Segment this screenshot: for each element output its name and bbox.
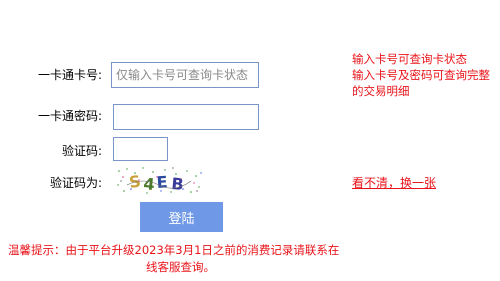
hint-line-1: 输入卡号可查询卡状态: [352, 52, 467, 66]
captcha-label: 验证码:: [61, 144, 102, 158]
notice-line-1: 温馨提示：由于平台升级2023年3月1日之前的消费记录请联系在: [8, 243, 340, 257]
login-button[interactable]: 登陆: [140, 202, 223, 232]
svg-text:E: E: [156, 172, 168, 192]
captcha-image-label: 验证码为:: [49, 176, 102, 190]
password-label: 一卡通密码:: [37, 109, 102, 123]
card-number-label: 一卡通卡号:: [37, 68, 102, 82]
refresh-captcha-link[interactable]: 看不清，换一张: [352, 175, 436, 191]
captcha-image[interactable]: S 4 E B: [113, 165, 203, 195]
warm-notice: 温馨提示：由于平台升级2023年3月1日之前的消费记录请联系在 线客服查询。: [8, 242, 388, 276]
hint-line-2: 输入卡号及密码可查询完整: [352, 68, 490, 82]
password-input[interactable]: [113, 104, 259, 130]
card-number-input[interactable]: [111, 62, 259, 88]
query-hint: 输入卡号可查询卡状态 输入卡号及密码可查询完整 的交易明细: [352, 51, 500, 99]
svg-text:B: B: [171, 174, 185, 194]
captcha-input[interactable]: [113, 137, 168, 161]
svg-text:4: 4: [143, 174, 156, 194]
hint-line-3: 的交易明细: [352, 84, 410, 98]
notice-line-2: 线客服查询。: [146, 260, 215, 274]
